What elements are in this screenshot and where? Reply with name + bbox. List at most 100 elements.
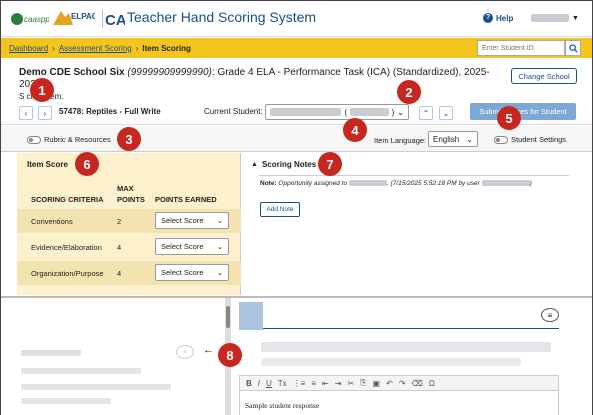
clear-format-icon[interactable]: Tx (278, 379, 287, 388)
response-divider (263, 328, 559, 329)
next-item-button[interactable]: › (38, 106, 52, 120)
item-language-label: Item Language: (374, 136, 427, 145)
logo-divider (102, 10, 103, 28)
scrollbar-thumb[interactable] (226, 306, 230, 328)
spellcheck-icon[interactable]: ⌫ (412, 379, 423, 388)
callout-2: 2 (397, 80, 421, 104)
help-link[interactable]: ? Help (483, 13, 513, 23)
student-id-search-input[interactable] (477, 40, 565, 56)
numbered-list-icon[interactable]: ⋮≡ (293, 379, 306, 388)
note-prefix: Note: (260, 180, 277, 187)
underline-icon[interactable]: U (266, 379, 272, 388)
blurred-content (21, 350, 81, 356)
student-settings-label: Student Settings (511, 135, 567, 144)
chevron-up-icon: ⌃ (422, 108, 430, 118)
student-settings-toggle[interactable]: Student Settings (494, 135, 566, 144)
chevron-down-icon: ⌄ (216, 242, 223, 251)
context-menu-icon[interactable]: ≡ (176, 345, 194, 359)
italic-icon[interactable]: I (258, 379, 260, 388)
item-content-pane (1, 298, 226, 415)
item-name: 57478: Reptiles - Full Write (59, 107, 161, 116)
criteria-name: Conventions (31, 217, 73, 226)
criteria-name: Organization/Purpose (31, 269, 104, 278)
prev-item-button[interactable]: ‹ (19, 106, 33, 120)
breadcrumb-item-scoring: Item Scoring (142, 43, 191, 53)
redo-icon[interactable]: ↷ (399, 379, 406, 388)
bullet-list-icon[interactable]: ≡ (311, 379, 316, 388)
app-title: Teacher Hand Scoring System (127, 9, 317, 25)
editor-toolbar: B I U Tx ⋮≡ ≡ ⇤ ⇥ ✂ ⎘ ▣ ↶ ↷ ⌫ Ω (239, 375, 559, 391)
blurred-content (21, 368, 141, 374)
blurred-content (21, 398, 111, 404)
callout-8: 8 (218, 343, 242, 367)
special-char-icon[interactable]: Ω (429, 379, 435, 388)
chevron-left-icon: ‹ (24, 108, 28, 118)
prev-student-button[interactable]: ⌃ (419, 106, 433, 120)
elpac-logo: ELPAC (53, 11, 95, 25)
criteria-header: SCORING CRITERIA (31, 195, 104, 204)
chevron-down-icon: ⌄ (216, 216, 223, 225)
callout-5: 5 (497, 106, 521, 130)
chevron-right-icon: › (43, 108, 47, 118)
callout-1: 1 (30, 78, 54, 102)
callout-4: 4 (343, 118, 367, 142)
chevron-down-icon: ⌄ (466, 134, 473, 144)
chevron-up-icon: ▲ (251, 161, 258, 168)
current-student-select[interactable]: ( ) ⌄ (265, 104, 409, 120)
scoring-notes-toggle[interactable]: ▲ Scoring Notes (251, 160, 316, 169)
select-score-evidence[interactable]: Select Score ⌄ (155, 238, 229, 255)
note-entry: Note: Opportunity assigned to . (7/15/20… (260, 180, 532, 187)
user-name-redacted (531, 14, 569, 22)
breadcrumb-separator: › (52, 43, 55, 53)
search-button[interactable] (565, 40, 581, 56)
help-label: Help (496, 13, 514, 23)
select-score-organization[interactable]: Select Score ⌄ (155, 264, 229, 281)
submit-scores-button[interactable]: Submit Scores for Student (470, 103, 576, 120)
bold-icon[interactable]: B (246, 379, 252, 388)
breadcrumb-assessment-scoring[interactable]: Assessment Scoring (59, 44, 132, 53)
callout-7: 7 (318, 152, 342, 176)
toggle-switch-icon (27, 135, 41, 144)
indent-icon[interactable]: ⇥ (335, 379, 342, 388)
item-score-title: Item Score (27, 160, 68, 169)
rubric-label: Rubric & Resources (44, 135, 111, 144)
ca-logo: CA (105, 12, 125, 29)
student-id-redacted (350, 108, 389, 116)
criteria-name: Evidence/Elaboration (31, 243, 102, 252)
change-school-button[interactable]: Change School (511, 68, 577, 84)
sample-response-text: Sample student response (245, 401, 320, 410)
help-icon: ? (483, 13, 493, 23)
add-note-button[interactable]: Add Note (260, 202, 300, 217)
max-points: 2 (117, 217, 122, 226)
paren-open: ( (344, 107, 348, 117)
blurred-content (261, 358, 521, 366)
student-avatar-redacted (239, 302, 263, 330)
note-end: ) (529, 180, 532, 187)
cut-icon[interactable]: ✂ (347, 379, 354, 388)
max-points: 4 (117, 269, 122, 278)
score-row-conventions: Conventions 2 Select Score ⌄ (17, 209, 241, 233)
note-date: . (7/15/2025 5:52:18 PM by user (386, 180, 480, 187)
blurred-content (261, 342, 551, 352)
rubric-resources-toggle[interactable]: Rubric & Resources (27, 135, 111, 144)
caaspp-logo: caaspp (11, 13, 49, 25)
student-name-redacted (270, 108, 342, 116)
svg-text:ELPAC: ELPAC (71, 12, 95, 21)
breadcrumb-dashboard[interactable]: Dashboard (9, 44, 48, 53)
note-user-redacted (481, 180, 530, 187)
callout-3: 3 (117, 127, 141, 151)
chevron-down-icon: ⌄ (216, 268, 223, 277)
select-score-conventions[interactable]: Select Score ⌄ (155, 212, 229, 229)
user-menu[interactable]: ▼ (531, 12, 581, 24)
copy-icon[interactable]: ⎘ (360, 378, 366, 388)
undo-icon[interactable]: ↶ (386, 379, 393, 388)
item-language-select[interactable]: English ⌄ (428, 131, 478, 147)
arrow-left-icon[interactable]: ← (203, 344, 214, 356)
response-menu-icon[interactable]: ≡ (541, 308, 559, 322)
next-student-button[interactable]: ⌄ (439, 106, 453, 120)
paste-icon[interactable]: ▣ (373, 379, 381, 388)
outdent-icon[interactable]: ⇤ (322, 379, 329, 388)
chevron-down-icon: ⌄ (442, 108, 450, 118)
page-title: Demo CDE School Six (99999909999990): Gr… (19, 67, 509, 103)
school-code: (99999909999990) (127, 67, 212, 78)
